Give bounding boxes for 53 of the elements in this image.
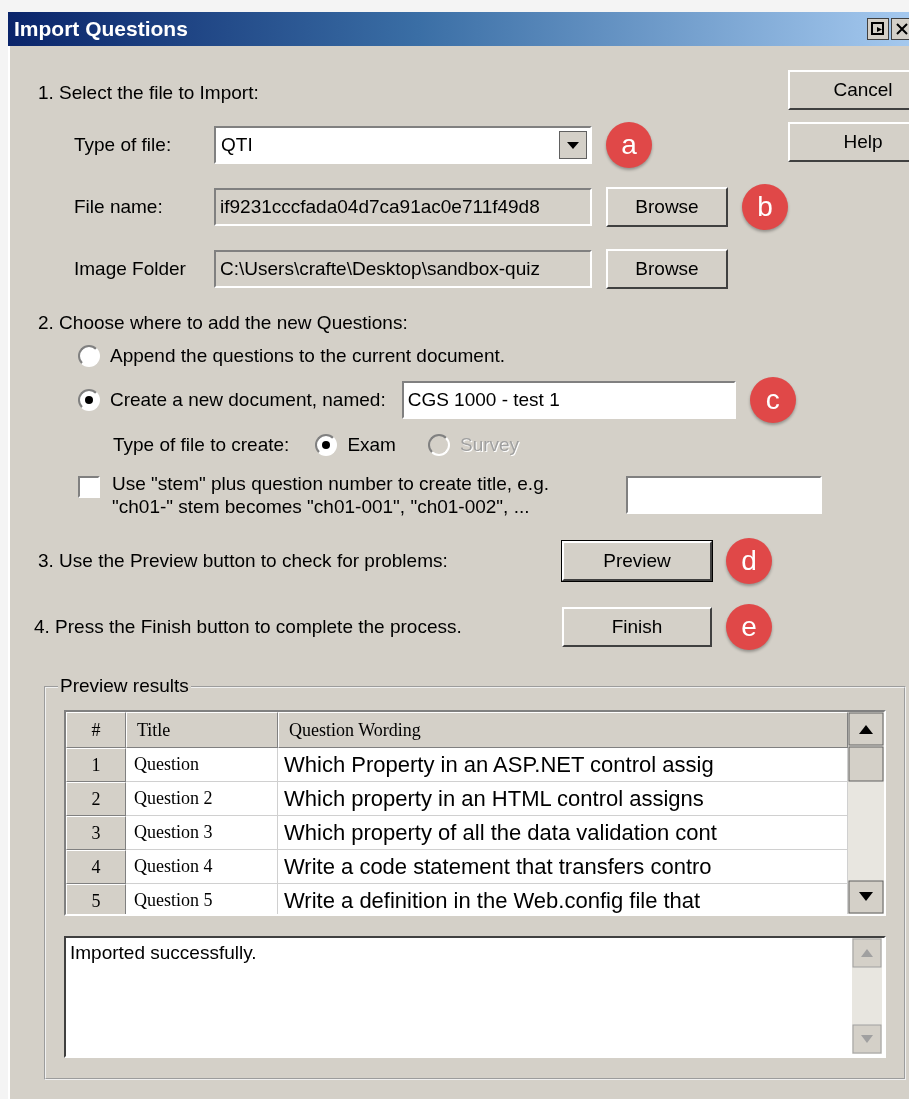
row-number: 5 <box>66 884 126 914</box>
table-cell: Question 3 <box>126 816 278 850</box>
checkbox[interactable] <box>78 476 100 498</box>
browse-button[interactable]: Browse <box>606 249 728 289</box>
column-header[interactable]: Question Wording <box>278 712 848 748</box>
callout-marker: c <box>749 377 796 423</box>
table-cell: Which property of all the data validation cont <box>278 816 848 850</box>
callout-marker: e <box>726 604 772 650</box>
column-header[interactable]: # <box>66 712 126 748</box>
table-cell: Question 5 <box>126 884 278 914</box>
finish-button[interactable]: Finish <box>562 607 712 647</box>
close-icon[interactable] <box>891 18 909 40</box>
step-heading: 1. Select the file to Import: <box>38 82 260 104</box>
callout-marker: b <box>742 184 788 230</box>
preview-button[interactable]: Preview <box>562 541 712 581</box>
row-number: 2 <box>66 782 126 816</box>
table-cell: Which property in an HTML control assigns <box>278 782 848 816</box>
table-cell: Question <box>126 748 278 782</box>
row-number: 4 <box>66 850 126 884</box>
field-label: Image Folder <box>74 258 187 280</box>
radio-option[interactable]: Create a new document, named: <box>78 389 386 411</box>
scrollbar[interactable] <box>848 712 884 914</box>
checkbox-label: Use "stem" plus question number to create title, e.g. "ch01-" stem becomes "ch01-001", "ch01-002", ... <box>112 472 550 518</box>
file-type-dropdown[interactable]: QTI <box>214 126 592 164</box>
table-cell: Write a definition in the Web.config file that <box>278 884 848 914</box>
field-label: File name: <box>74 196 164 218</box>
image-folder-field[interactable]: C:\Users\crafte\Desktop\sandbox-quiz <box>214 250 592 288</box>
table-cell: Write a code statement that transfers contro <box>278 850 848 884</box>
field-label: Type of file: <box>74 134 173 156</box>
field-label: Type of file to create: <box>113 434 290 456</box>
stem-field[interactable] <box>626 476 822 514</box>
log-message: Imported successfully. <box>70 942 257 964</box>
radio-option[interactable]: Exam <box>315 434 396 456</box>
row-number: 3 <box>66 816 126 850</box>
file-name-field[interactable]: if9231cccfada04d7ca91ac0e711f49d8 <box>214 188 592 226</box>
document-name-field[interactable]: CGS 1000 - test 1 <box>401 381 736 419</box>
table-cell: Question 2 <box>126 782 278 816</box>
step-text: 4. Press the Finish button to complete the process. <box>34 616 463 638</box>
restore-icon[interactable] <box>867 18 889 40</box>
browse-button[interactable]: Browse <box>606 187 728 227</box>
dialog-button[interactable]: Help <box>788 122 909 162</box>
table-cell: Which Property in an ASP.NET control assig <box>278 748 848 782</box>
radio-option[interactable]: Append the questions to the current document. <box>78 345 506 367</box>
table-cell: Question 4 <box>126 850 278 884</box>
dialog-button[interactable]: Cancel <box>788 70 909 110</box>
window-title: Import Questions <box>14 17 188 41</box>
callout-marker: d <box>726 538 772 584</box>
log-textarea[interactable]: Imported successfully. <box>64 936 886 1058</box>
step-text: 3. Use the Preview button to check for problems: <box>38 550 449 572</box>
column-header[interactable]: Title <box>126 712 278 748</box>
row-number: 1 <box>66 748 126 782</box>
step-heading: 2. Choose where to add the new Questions: <box>38 312 409 334</box>
callout-marker: a <box>606 122 652 168</box>
